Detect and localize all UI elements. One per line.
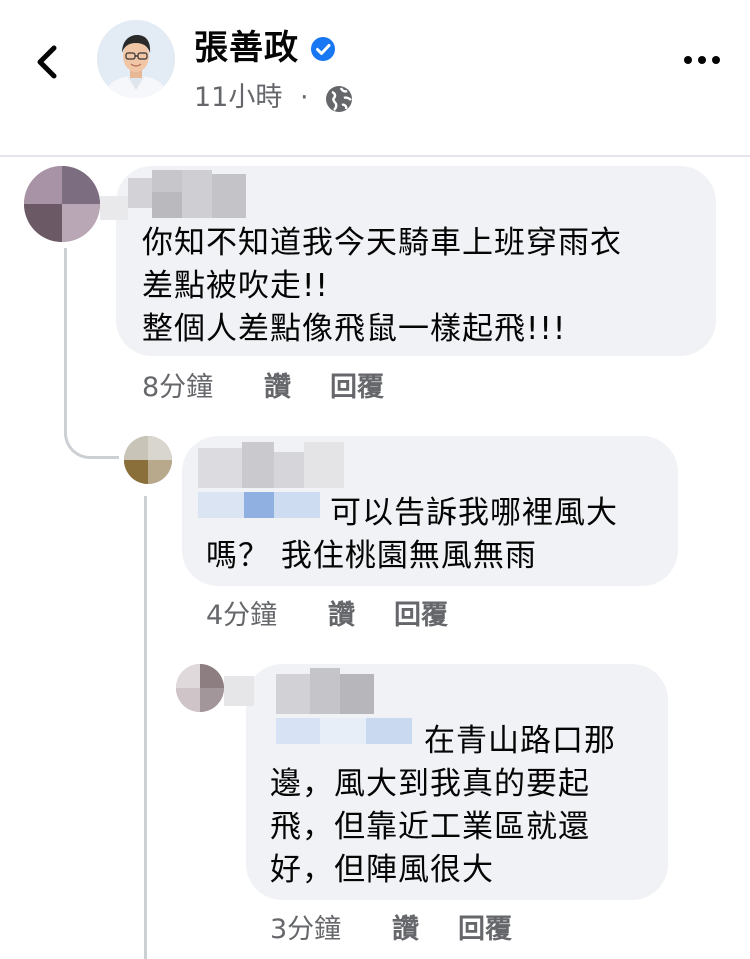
comment-text-line: 可以告訴我哪裡風大	[330, 495, 618, 531]
comment-text-line: 在青山路口那	[424, 723, 616, 759]
thread-connector	[144, 640, 170, 680]
comment-text-line: 你知不知道我今天騎車上班穿雨衣	[142, 225, 622, 261]
like-button[interactable]: 讚	[392, 912, 419, 948]
comment-time[interactable]: 3分鐘	[270, 912, 341, 948]
reply-button[interactable]: 回覆	[394, 598, 448, 634]
thread-line	[144, 496, 147, 959]
commenter-avatar[interactable]	[176, 664, 224, 712]
reply-button[interactable]: 回覆	[330, 370, 384, 406]
reply-button[interactable]: 回覆	[458, 912, 512, 948]
comment-text-line: 差點被吹走!!	[142, 268, 329, 304]
more-options-button[interactable]	[682, 50, 722, 70]
comment-text-line: 好，但陣風很大	[270, 852, 494, 888]
comment-meta: 8分鐘 讚 回覆	[142, 370, 442, 406]
meta-separator: ·	[300, 82, 309, 113]
like-button[interactable]: 讚	[328, 598, 355, 634]
back-button[interactable]	[28, 40, 68, 84]
chevron-left-icon	[37, 45, 57, 79]
comment-text-line: 飛，但靠近工業區就還	[270, 809, 590, 845]
comment-time[interactable]: 4分鐘	[206, 598, 277, 634]
post-comments-screen: 張善政 11小時 · 你知不知道我今天騎車上班穿雨衣 差點被吹走!! 整個人差點…	[0, 0, 750, 959]
commenter-avatar[interactable]	[24, 166, 100, 242]
comment-text-line: 整個人差點像飛鼠一樣起飛!!!	[142, 311, 567, 347]
verified-badge-icon	[310, 36, 336, 62]
thread-connector	[64, 248, 119, 459]
comment-meta: 4分鐘 讚 回覆	[206, 598, 506, 634]
like-button[interactable]: 讚	[264, 370, 291, 406]
commenter-avatar[interactable]	[124, 436, 172, 484]
more-horizontal-icon	[684, 56, 720, 64]
commenter-name-blurred	[100, 170, 250, 220]
globe-icon	[324, 84, 354, 114]
author-avatar[interactable]	[97, 20, 175, 98]
post-timestamp[interactable]: 11小時	[194, 80, 282, 116]
author-portrait-image	[97, 20, 175, 98]
author-name[interactable]: 張善政	[194, 26, 299, 70]
comment-time[interactable]: 8分鐘	[142, 370, 213, 406]
comment-text-line: 邊，風大到我真的要起	[270, 766, 590, 802]
post-header: 張善政 11小時 ·	[0, 0, 750, 157]
comment-text-line: 嗎？ 我住桃園無風無雨	[206, 538, 537, 574]
commenter-name-blurred	[198, 442, 348, 522]
commenter-name-blurred	[224, 668, 420, 752]
comment-meta: 3分鐘 讚 回覆	[270, 912, 570, 948]
